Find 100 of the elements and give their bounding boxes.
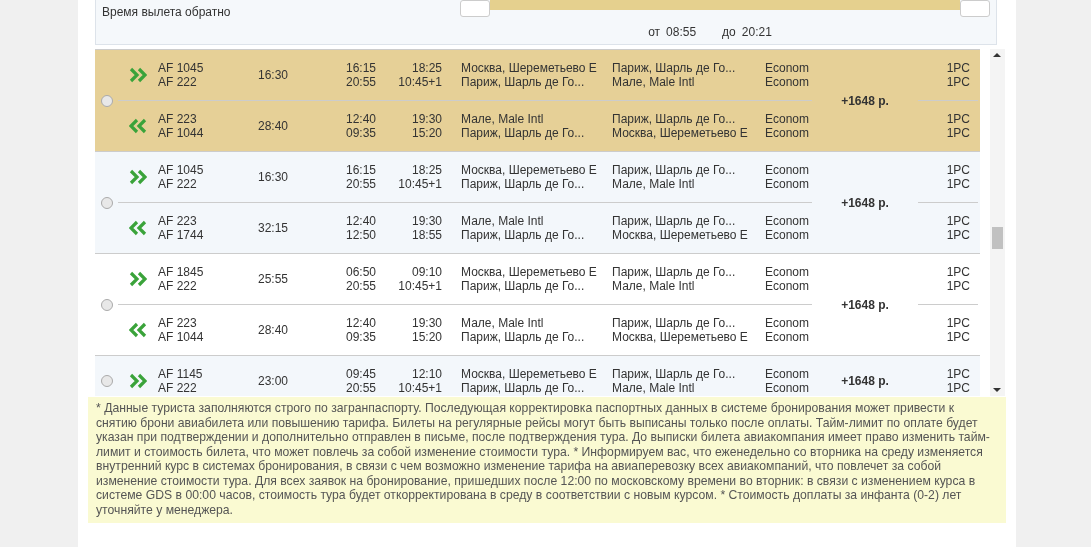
fare-class: Econom <box>765 316 811 330</box>
departure-airport: Мале, Male Intl <box>461 316 545 330</box>
arrival-time: 12:10 <box>411 367 442 381</box>
arrival-airport: Париж, Шарль де Го... <box>612 265 737 279</box>
radio-button[interactable] <box>101 94 113 107</box>
range-to-label: до <box>722 25 736 39</box>
departure-airport: Париж, Шарль де Го... <box>461 126 586 140</box>
baggage-allowance: 1PC <box>946 126 970 140</box>
arrival-airport: Мале, Male Intl <box>612 75 696 89</box>
departure-airport: Париж, Шарль де Го... <box>461 381 586 395</box>
scrollbar-thumb[interactable] <box>992 227 1003 249</box>
baggage-allowance: 1PC <box>946 316 970 330</box>
flight-number: AF 1145 <box>158 367 204 381</box>
flight-number: AF 223 <box>158 316 198 330</box>
filter-label: Время вылета обратно <box>101 4 232 21</box>
fare-class: Econom <box>765 367 811 381</box>
flight-number: AF 223 <box>158 112 198 126</box>
arrival-airport: Москва, Шереметьево E <box>612 126 749 140</box>
flight-option[interactable] <box>95 152 980 254</box>
baggage-allowance: 1PC <box>946 265 970 279</box>
arrival-time: 10:45+1 <box>398 279 442 293</box>
baggage-allowance: 1PC <box>946 381 970 395</box>
baggage-allowance: 1PC <box>946 112 970 126</box>
departure-airport: Париж, Шарль де Го... <box>461 279 586 293</box>
flight-option[interactable]: AF 1145 AF 222 23:00 09:45 20:55 12:10 10:45+1 Москва, Шереметьево E Париж, Шарль де Го... Париж, Шарль де Го... Мале, Male Intl Econom Econom +1648 р. 1PC 1PC <box>95 356 980 396</box>
arrival-time: 10:45+1 <box>398 381 442 395</box>
double-chevron-right-icon <box>129 373 147 389</box>
slider-handle[interactable] <box>460 0 490 17</box>
baggage-allowance: 1PC <box>946 330 970 344</box>
departure-time: 09:45 <box>345 367 376 381</box>
arrival-time: 09:10 <box>411 265 442 279</box>
departure-time: 12:40 <box>345 316 376 330</box>
time-range-slider[interactable] <box>490 0 960 10</box>
flight-duration: 32:15 <box>258 221 290 235</box>
flight-number: AF 222 <box>158 279 198 293</box>
arrival-airport: Париж, Шарль де Го... <box>612 316 737 330</box>
fare-class: Econom <box>765 177 811 191</box>
arrival-time: 10:45+1 <box>398 75 442 89</box>
flight-duration: 25:55 <box>258 272 290 286</box>
departure-time: 09:35 <box>345 126 376 140</box>
departure-time: 09:35 <box>345 330 376 344</box>
arrival-time: 19:30 <box>411 214 442 228</box>
departure-airport: Мале, Male Intl <box>461 214 545 228</box>
radio-button[interactable] <box>101 375 113 387</box>
fare-class: Econom <box>765 330 811 344</box>
flight-number: AF 1044 <box>158 126 205 140</box>
range-from-value: 08:55 <box>666 25 697 39</box>
fare-class: Econom <box>765 75 811 89</box>
flight-number: AF 1044 <box>158 330 205 344</box>
departure-airport: Москва, Шереметьево E <box>461 163 598 177</box>
scroll-up-icon[interactable] <box>993 51 1001 59</box>
flight-duration: 16:30 <box>258 170 290 184</box>
flight-option[interactable] <box>95 50 980 152</box>
baggage-allowance: 1PC <box>946 279 970 293</box>
fare-class: Econom <box>765 214 811 228</box>
price-difference: +1648 р. <box>841 93 889 108</box>
arrival-time: 18:25 <box>411 163 442 177</box>
price-difference: +1648 р. <box>841 297 889 312</box>
range-from-label: от <box>648 25 661 39</box>
departure-time: 06:50 <box>345 265 376 279</box>
scrollbar[interactable] <box>990 49 1005 396</box>
slider-handle[interactable] <box>960 0 990 17</box>
flight-number: AF 222 <box>158 381 198 395</box>
fare-class: Econom <box>765 61 811 75</box>
arrival-airport: Париж, Шарль де Го... <box>612 214 737 228</box>
double-chevron-right-icon <box>129 67 147 83</box>
departure-airport: Париж, Шарль де Го... <box>461 330 586 344</box>
fare-class: Econom <box>765 265 811 279</box>
price-difference: +1648 р. <box>841 374 889 388</box>
arrival-time: 18:25 <box>411 61 442 75</box>
departure-time: 16:15 <box>345 61 376 75</box>
departure-airport: Париж, Шарль де Го... <box>461 228 586 242</box>
arrival-airport: Мале, Male Intl <box>612 177 696 191</box>
departure-time: 20:55 <box>345 177 376 191</box>
fare-class: Econom <box>765 126 811 140</box>
departure-time: 12:40 <box>345 112 376 126</box>
flight-number: AF 222 <box>158 177 198 191</box>
flight-number: AF 1845 <box>158 265 205 279</box>
flight-number: AF 1045 <box>158 61 205 75</box>
radio-button[interactable] <box>101 298 113 311</box>
radio-button[interactable] <box>101 196 113 209</box>
departure-airport: Москва, Шереметьево E <box>461 367 598 381</box>
double-chevron-left-icon <box>129 220 147 236</box>
baggage-allowance: 1PC <box>946 163 970 177</box>
baggage-allowance: 1PC <box>946 61 970 75</box>
scroll-down-icon[interactable] <box>993 386 1001 394</box>
departure-airport: Париж, Шарль де Го... <box>461 75 586 89</box>
arrival-time: 10:45+1 <box>398 177 442 191</box>
arrival-time: 19:30 <box>411 316 442 330</box>
arrival-airport: Париж, Шарль де Го... <box>612 112 737 126</box>
flight-duration: 28:40 <box>258 119 290 133</box>
arrival-airport: Москва, Шереметьево E <box>612 228 749 242</box>
baggage-allowance: 1PC <box>946 75 970 89</box>
arrival-airport: Москва, Шереметьево E <box>612 330 749 344</box>
flight-duration: 16:30 <box>258 68 290 82</box>
departure-airport: Москва, Шереметьево E <box>461 265 598 279</box>
range-to-value: 20:21 <box>741 25 772 39</box>
arrival-time: 15:20 <box>411 330 442 344</box>
departure-airport: Мале, Male Intl <box>461 112 545 126</box>
departure-time: 20:55 <box>345 381 376 395</box>
